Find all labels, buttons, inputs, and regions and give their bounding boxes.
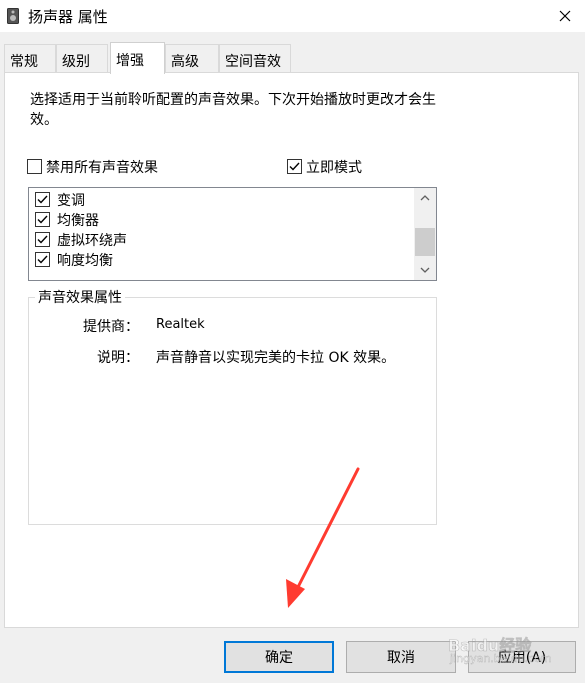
effect-label: 虚拟环绕声 [57,233,127,249]
effect-checkbox[interactable] [35,192,50,207]
checkmark-icon [37,235,48,244]
effect-label: 变调 [57,193,85,209]
cancel-button[interactable]: 取消 [346,641,456,673]
group-title: 声音效果属性 [35,287,125,307]
scroll-up-button[interactable] [414,188,436,208]
chevron-down-icon [420,267,430,273]
effect-checkbox[interactable] [35,252,50,267]
disable-all-checkbox[interactable] [27,159,42,174]
watermark-bottom: jingyan.baidu.com [450,652,552,665]
description-value: 声音静音以实现完美的卡拉 OK 效果。 [156,350,396,366]
description-key: 说明： [97,350,139,366]
effect-label: 响度均衡 [57,253,113,269]
baidu-watermark: Baidu经验 jingyan.baidu.com [448,632,578,668]
tab-spatial-sound[interactable]: 空间音效 [219,44,291,72]
tab-enhancements[interactable]: 增强 [110,42,165,74]
tab-advanced[interactable]: 高级 [165,44,219,72]
effect-properties-group: 声音效果属性 提供商： Realtek 说明： 声音静音以实现完美的卡拉 OK … [28,287,437,525]
provider-key: 提供商： [83,319,139,335]
close-icon [559,10,571,22]
scroll-down-button[interactable] [414,260,436,280]
provider-value: Realtek [156,317,205,332]
list-scrollbar[interactable] [414,188,436,280]
checkmark-icon [37,195,48,204]
enhancement-description: 选择适用于当前聆听配置的声音效果。下次开始播放时更改才会生效。 [30,92,436,128]
checkmark-icon [37,255,48,264]
tab-general[interactable]: 常规 [4,44,56,72]
ok-button[interactable]: 确定 [224,641,334,673]
scroll-thumb[interactable] [415,228,435,256]
checkmark-icon [37,215,48,224]
checkmark-icon [289,162,300,171]
title-bar: 扬声器 属性 [0,0,585,32]
tab-levels[interactable]: 级别 [56,44,108,72]
immediate-mode-checkbox[interactable] [287,159,302,174]
chevron-up-icon [420,195,430,201]
effect-checkbox[interactable] [35,212,50,227]
effect-label: 均衡器 [57,213,99,229]
disable-all-label: 禁用所有声音效果 [46,160,158,176]
immediate-mode-label: 立即模式 [306,160,362,176]
effects-list[interactable]: 变调 均衡器 虚拟环绕声 响度均衡 [28,187,437,281]
effect-checkbox[interactable] [35,232,50,247]
close-button[interactable] [545,0,585,32]
annotation-arrow [286,467,360,608]
window-title: 扬声器 属性 [28,8,108,26]
speaker-icon [7,8,19,24]
